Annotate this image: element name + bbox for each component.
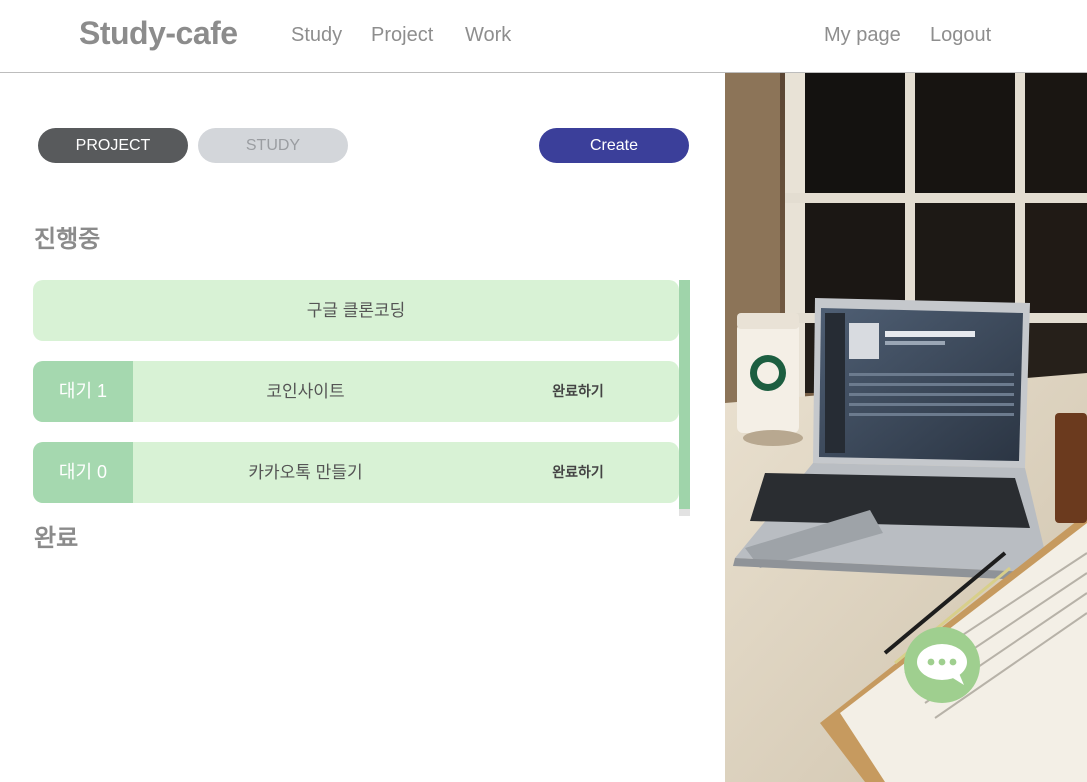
nav-link-study[interactable]: Study bbox=[291, 24, 342, 47]
main-panel: PROJECT STUDY Create 진행중 구글 클론코딩 대기 1 코인… bbox=[0, 73, 725, 782]
scrollbar-thumb[interactable] bbox=[679, 280, 690, 509]
waiting-count-badge: 대기 0 bbox=[33, 442, 133, 503]
create-button[interactable]: Create bbox=[539, 128, 689, 163]
project-list: 구글 클론코딩 대기 1 코인사이트 완료하기 대기 0 카카오톡 만들기 완료… bbox=[33, 280, 690, 516]
nav-link-work[interactable]: Work bbox=[465, 24, 511, 47]
tab-study[interactable]: STUDY bbox=[198, 128, 348, 163]
project-card[interactable]: 대기 0 카카오톡 만들기 완료하기 bbox=[33, 442, 679, 503]
top-navbar: Study-cafe Study Project Work My page Lo… bbox=[0, 0, 1087, 73]
chat-button[interactable] bbox=[904, 627, 980, 703]
nav-link-logout[interactable]: Logout bbox=[930, 24, 991, 47]
waiting-count-badge: 대기 1 bbox=[33, 361, 133, 422]
card-title: 코인사이트 bbox=[266, 382, 345, 401]
section-title-completed: 완료 bbox=[34, 525, 79, 552]
project-card[interactable]: 대기 1 코인사이트 완료하기 bbox=[33, 361, 679, 422]
speech-bubble-icon bbox=[917, 644, 967, 685]
card-title: 카카오톡 만들기 bbox=[248, 463, 363, 482]
nav-link-my-page[interactable]: My page bbox=[824, 24, 901, 47]
nav-link-project[interactable]: Project bbox=[371, 24, 433, 47]
tab-project[interactable]: PROJECT bbox=[38, 128, 188, 163]
card-title: 구글 클론코딩 bbox=[306, 301, 406, 320]
complete-button[interactable]: 완료하기 bbox=[533, 442, 623, 503]
complete-button[interactable]: 완료하기 bbox=[533, 361, 623, 422]
brand-logo[interactable]: Study-cafe bbox=[79, 15, 238, 52]
section-title-in-progress: 진행중 bbox=[34, 226, 101, 253]
project-card[interactable]: 구글 클론코딩 bbox=[33, 280, 679, 341]
